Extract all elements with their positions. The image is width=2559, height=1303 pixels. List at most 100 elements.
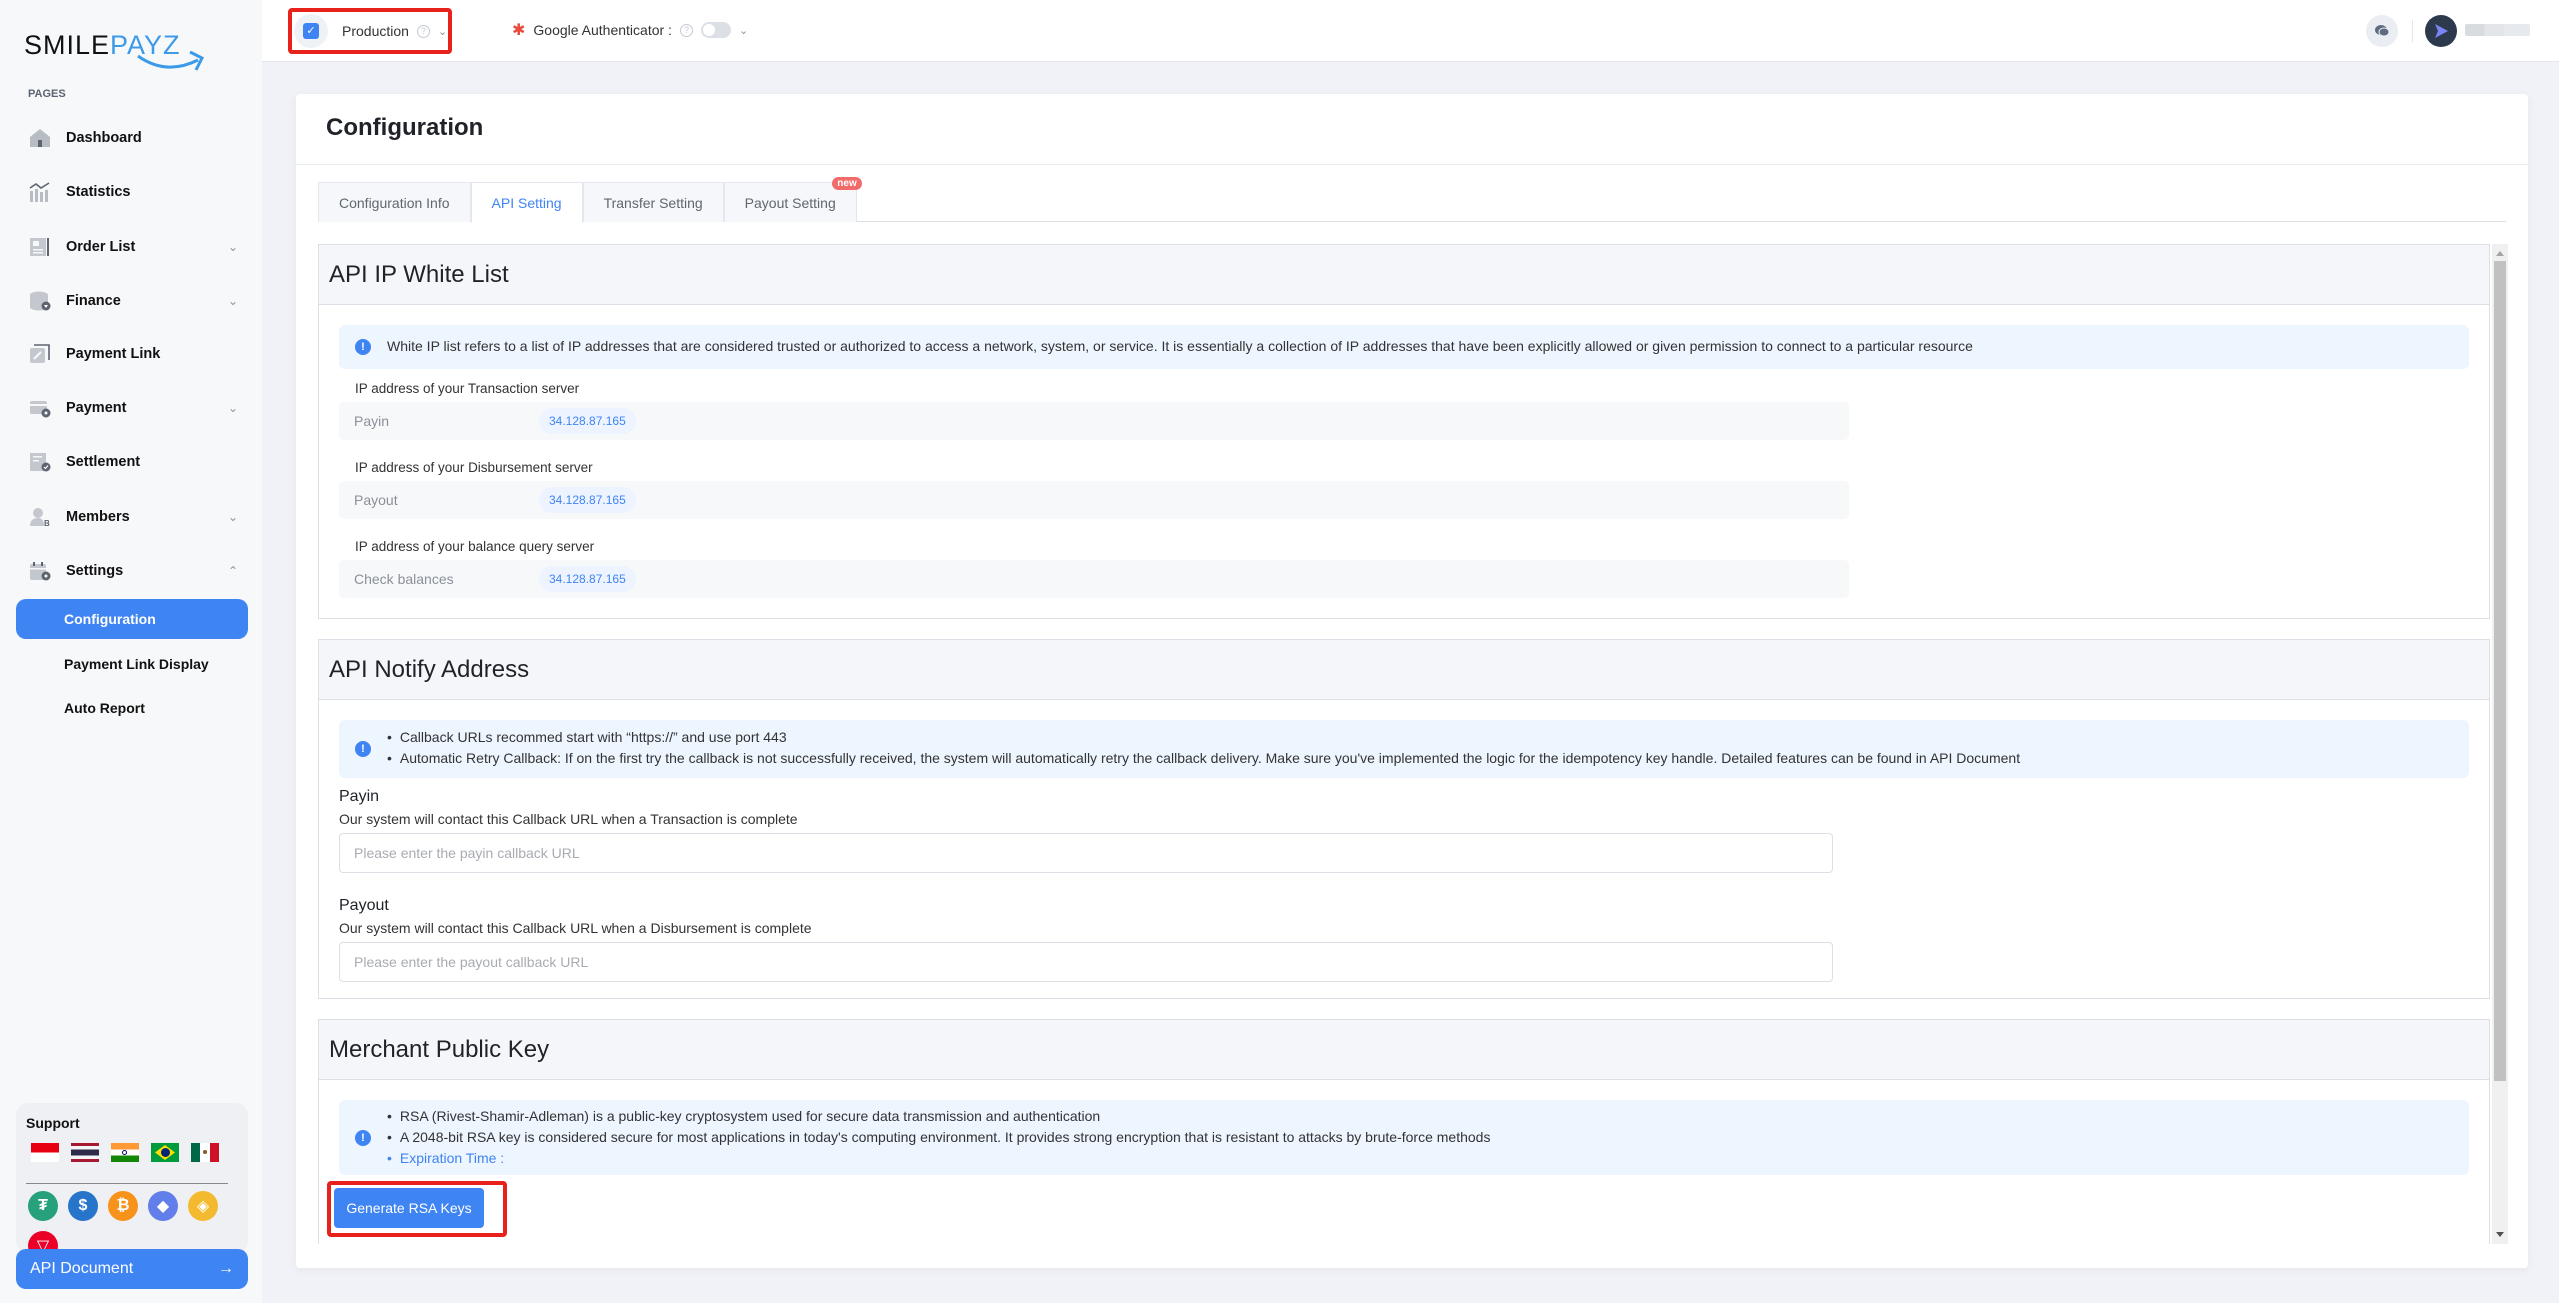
chevron-down-icon[interactable]: ⌄ <box>739 24 748 37</box>
brand-name-part1: SMILE <box>24 30 111 60</box>
generate-rsa-keys-button[interactable]: Generate RSA Keys <box>334 1188 484 1228</box>
scroll-down-icon[interactable] <box>2496 1232 2504 1237</box>
environment-selector[interactable]: ✓ Production ? ⌄ <box>288 8 452 54</box>
generate-rsa-highlight: Generate RSA Keys <box>327 1181 507 1237</box>
send-icon <box>2435 24 2448 38</box>
tab-payout-setting[interactable]: Payout Setting new <box>723 177 862 222</box>
chevron-down-icon: ⌄ <box>228 401 239 415</box>
sidebar-subitem-configuration[interactable]: Configuration <box>16 599 248 639</box>
chevron-down-icon: ⌄ <box>228 294 239 308</box>
chat-icon <box>2375 25 2390 37</box>
sidebar-subitem-payment-link-display[interactable]: Payment Link Display <box>16 644 248 684</box>
indonesia-flag <box>31 1143 59 1162</box>
receipt-icon <box>28 451 52 473</box>
info-icon: ! <box>355 1130 371 1146</box>
sidebar-item-settlement[interactable]: Settlement <box>28 447 238 477</box>
alert-bullet: RSA (Rivest-Shamir-Adleman) is a public-… <box>387 1106 1490 1127</box>
ip-group-label: IP address of your balance query server <box>355 539 595 554</box>
google-authenticator-control[interactable]: ✱ Google Authenticator : ? ⌄ <box>512 20 748 40</box>
chevron-down-icon: ⌄ <box>228 510 239 524</box>
ip-value[interactable]: 34.128.87.165 <box>539 487 636 513</box>
card-gear-icon <box>28 397 52 419</box>
vertical-scrollbar[interactable] <box>2492 244 2508 1244</box>
sidebar-item-finance[interactable]: Finance ⌄ <box>28 286 238 316</box>
sidebar-item-label: Statistics <box>66 184 131 200</box>
ethereum-icon: ◆ <box>148 1191 178 1221</box>
configuration-card: Configuration Configuration Info API Set… <box>296 94 2528 1268</box>
public-key-section: Merchant Public Key ! RSA (Rivest-Shamir… <box>318 1019 2490 1244</box>
ip-group-label: IP address of your Disbursement server <box>355 460 593 475</box>
ip-key: Check balances <box>354 571 454 587</box>
support-panel: Support ₮ $ ₿ ◆ ◈ ▽ <box>16 1103 248 1261</box>
ip-row-payin: Payin 34.128.87.165 <box>339 402 1849 440</box>
user-avatar[interactable] <box>2425 15 2457 47</box>
list-icon <box>28 236 52 258</box>
support-divider <box>26 1183 228 1184</box>
scrollbar-thumb[interactable] <box>2494 261 2506 1081</box>
sidebar-item-settings[interactable]: Settings ⌃ <box>28 556 238 586</box>
ip-value[interactable]: 34.128.87.165 <box>539 566 636 592</box>
payin-description: Our system will contact this Callback UR… <box>339 811 798 827</box>
ip-value[interactable]: 34.128.87.165 <box>539 408 636 434</box>
payout-callback-input[interactable] <box>339 942 1833 982</box>
sidebar-item-payment[interactable]: Payment ⌄ <box>28 393 238 423</box>
brazil-flag <box>151 1143 179 1162</box>
arrow-right-icon: → <box>218 1260 234 1277</box>
tab-api-setting[interactable]: API Setting <box>470 182 583 223</box>
username-redacted[interactable] <box>2465 24 2530 36</box>
section-title: API IP White List <box>319 245 2489 305</box>
alert-bullet: Callback URLs recommed start with “https… <box>387 727 2020 748</box>
help-icon[interactable]: ? <box>416 24 430 38</box>
sidebar-section-label: PAGES <box>28 88 66 100</box>
section-title: API Notify Address <box>319 640 2489 700</box>
new-badge: new <box>832 177 862 190</box>
sidebar-subitem-auto-report[interactable]: Auto Report <box>16 688 248 728</box>
sidebar-item-label: Settings <box>66 563 124 579</box>
title-divider <box>296 164 2528 165</box>
ip-row-check-balances: Check balances 34.128.87.165 <box>339 560 1849 598</box>
alert-text: White IP list refers to a list of IP add… <box>387 338 1973 354</box>
sidebar: SMILE PAYZ PAGES Dashboard Statistics Ord… <box>0 0 262 1303</box>
calendar-gear-icon <box>28 560 52 582</box>
api-document-label: API Document <box>30 1260 134 1277</box>
payout-label: Payout <box>339 897 389 914</box>
google-authenticator-label: Google Authenticator : <box>533 22 672 38</box>
api-document-button[interactable]: API Document → <box>16 1249 248 1289</box>
payin-callback-input[interactable] <box>339 833 1833 873</box>
scroll-up-icon[interactable] <box>2496 251 2504 256</box>
info-alert: ! Callback URLs recommed start with “htt… <box>339 720 2469 778</box>
sidebar-item-members[interactable]: B Members ⌄ <box>28 502 238 532</box>
sidebar-item-dashboard[interactable]: Dashboard <box>28 123 238 153</box>
usdc-icon: $ <box>68 1191 98 1221</box>
tab-label: Transfer Setting <box>603 194 703 211</box>
logo-arrow-icon <box>137 50 205 71</box>
sidebar-item-statistics[interactable]: Statistics <box>28 177 238 207</box>
alert-bullet: A 2048-bit RSA key is considered secure … <box>387 1127 1491 1148</box>
expiration-time: Expiration Time : <box>387 1148 1490 1169</box>
tab-transfer-setting[interactable]: Transfer Setting <box>582 182 724 222</box>
topbar-divider <box>2412 20 2413 42</box>
sidebar-item-label: Payment <box>66 400 127 416</box>
tab-label: Configuration Info <box>339 194 450 211</box>
bnb-icon: ◈ <box>188 1191 218 1221</box>
environment-icon: ✓ <box>294 14 328 48</box>
tether-icon: ₮ <box>28 1191 58 1221</box>
alert-list: RSA (Rivest-Shamir-Adleman) is a public-… <box>387 1106 1491 1169</box>
sidebar-item-payment-link[interactable]: Payment Link <box>28 339 238 369</box>
chat-button[interactable] <box>2366 15 2398 47</box>
payout-description: Our system will contact this Callback UR… <box>339 920 812 936</box>
sidebar-item-order-list[interactable]: Order List ⌄ <box>28 232 238 262</box>
topbar: ✓ Production ? ⌄ ✱ Google Authenticator … <box>262 0 2559 62</box>
brand-logo[interactable]: SMILE PAYZ <box>24 30 205 71</box>
section-title: Merchant Public Key <box>319 1020 2489 1080</box>
google-authenticator-toggle[interactable] <box>700 22 731 38</box>
bitcoin-icon: ₿ <box>108 1191 138 1221</box>
tab-label: API Setting <box>491 195 562 211</box>
tab-bar: Configuration Info API Setting Transfer … <box>318 177 2506 223</box>
ip-key: Payout <box>354 492 398 508</box>
help-icon[interactable]: ? <box>679 23 693 37</box>
tab-configuration-info[interactable]: Configuration Info <box>318 182 471 222</box>
sidebar-item-label: Settlement <box>66 454 141 470</box>
sidebar-item-label: Order List <box>66 239 136 255</box>
support-title: Support <box>26 1115 80 1131</box>
